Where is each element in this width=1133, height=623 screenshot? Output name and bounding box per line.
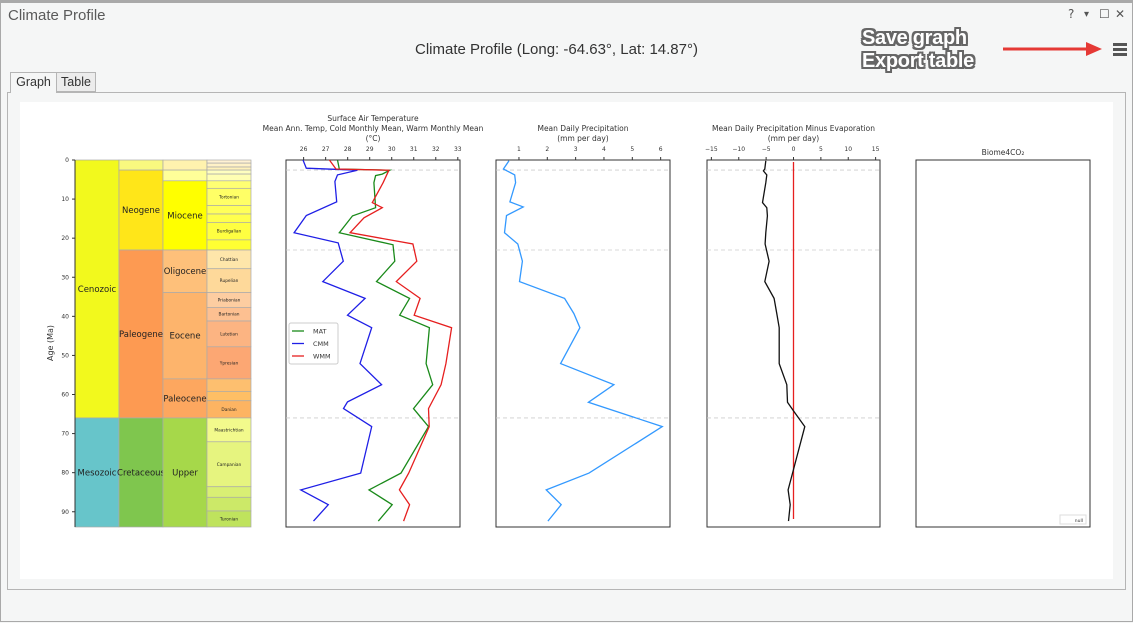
- stage-label: Priabonian: [218, 297, 241, 303]
- x-tick-label: 3: [574, 146, 578, 153]
- panel-frame: [495, 159, 671, 528]
- stage-label: Maastrichtian: [214, 427, 243, 433]
- stage-band: [206, 496, 252, 512]
- x-tick-label: 15: [872, 146, 880, 153]
- panel-title: (°C): [366, 134, 381, 143]
- annotation-export-table: Export table: [862, 50, 974, 72]
- epoch-label: Upper: [172, 468, 198, 478]
- panel-frame: [915, 159, 1091, 528]
- legend-label: CMM: [313, 340, 329, 348]
- epoch-label: Paleocene: [163, 394, 206, 404]
- stage-label: Campanian: [217, 462, 242, 468]
- climate-profile-chart: Cenozoic Mesozoic Neogene Paleogene Cretaceo…: [46, 114, 1091, 528]
- x-tick-label: 0: [792, 146, 796, 153]
- x-tick-label: 26: [300, 146, 308, 153]
- age-tick-label: 70: [61, 431, 69, 438]
- epoch-band: [162, 159, 208, 171]
- x-tick-label: 33: [454, 146, 462, 153]
- stage-band: [206, 239, 252, 251]
- x-tick-label: −10: [732, 146, 745, 153]
- annotation-arrow-icon: [1003, 42, 1102, 56]
- stage-label: Chattian: [220, 257, 239, 263]
- annotation-save-graph: Save graph: [862, 27, 967, 49]
- stage-label: Danian: [221, 407, 236, 413]
- x-tick-label: 6: [659, 146, 663, 153]
- stage-label: Bartonian: [219, 312, 240, 318]
- age-tick-label: 10: [61, 196, 69, 203]
- legend-label: WMM: [313, 352, 331, 360]
- stage-label: Lutetian: [220, 331, 238, 337]
- panel-title: (mm per day): [768, 134, 820, 143]
- x-tick-label: 5: [630, 146, 634, 153]
- stage-band: [206, 378, 252, 392]
- age-tick-label: 0: [65, 157, 69, 164]
- x-tick-label: 29: [366, 146, 374, 153]
- stage-band: [206, 169, 252, 175]
- stage-band: [206, 166, 252, 171]
- age-tick-label: 80: [61, 470, 69, 477]
- panel-title: Surface Air Temperature: [327, 114, 419, 123]
- age-tick-label: 90: [61, 509, 69, 516]
- epoch-label: Eocene: [169, 332, 200, 342]
- x-tick-label: 31: [410, 146, 418, 153]
- period-label: Paleogene: [119, 330, 163, 340]
- era-label: Cenozoic: [78, 285, 117, 295]
- stage-band: [206, 391, 252, 402]
- period-label: Cretaceous: [117, 468, 166, 478]
- stage-label: Tortonian: [218, 194, 239, 200]
- stage-band: [206, 162, 252, 168]
- age-axis-label: Age (Ma): [46, 325, 55, 361]
- stage-label: Rupelian: [220, 278, 239, 284]
- age-tick-label: 20: [61, 235, 69, 242]
- panel-title: Biome4CO₂: [982, 148, 1025, 157]
- epoch-band: [162, 169, 208, 182]
- x-tick-label: 10: [844, 146, 852, 153]
- annotation-callout: Save graph Export table: [862, 27, 974, 73]
- stage-band: [206, 205, 252, 215]
- x-tick-label: 32: [432, 146, 440, 153]
- stage-label: Burdigalian: [217, 229, 242, 235]
- stage-label: Turonian: [219, 516, 239, 522]
- x-tick-label: 2: [545, 146, 549, 153]
- stage-band: [206, 173, 252, 182]
- panel-title: (mm per day): [557, 134, 609, 143]
- panel-title: Mean Daily Precipitation: [537, 124, 628, 133]
- epoch-label: Oligocene: [164, 267, 207, 277]
- legend-null-label: null: [1075, 518, 1083, 524]
- panel-title: Mean Daily Precipitation Minus Evaporati…: [712, 124, 875, 133]
- legend-label: MAT: [313, 327, 327, 335]
- x-tick-label: 5: [819, 146, 823, 153]
- stage-band: [206, 213, 252, 223]
- period-band: [118, 159, 164, 171]
- age-tick-label: 40: [61, 313, 69, 320]
- panel-title: Mean Ann. Temp, Cold Monthly Mean, Warm …: [263, 124, 484, 133]
- period-label: Neogene: [122, 206, 160, 216]
- stage-label: Ypresian: [219, 360, 239, 366]
- stage-band: [206, 159, 252, 164]
- x-tick-label: 28: [344, 146, 352, 153]
- x-tick-label: 30: [388, 146, 396, 153]
- x-tick-label: 4: [602, 146, 606, 153]
- hamburger-menu-icon[interactable]: [1113, 43, 1127, 57]
- x-tick-label: −5: [762, 146, 771, 153]
- age-tick-label: 50: [61, 352, 69, 359]
- era-label: Mesozoic: [78, 468, 117, 478]
- stage-band: [206, 180, 252, 189]
- x-tick-label: −15: [705, 146, 718, 153]
- age-tick-label: 30: [61, 274, 69, 281]
- age-tick-label: 60: [61, 392, 69, 399]
- stage-band: [206, 486, 252, 498]
- x-tick-label: 1: [517, 146, 521, 153]
- x-tick-label: 27: [322, 146, 330, 153]
- epoch-label: Miocene: [167, 211, 202, 221]
